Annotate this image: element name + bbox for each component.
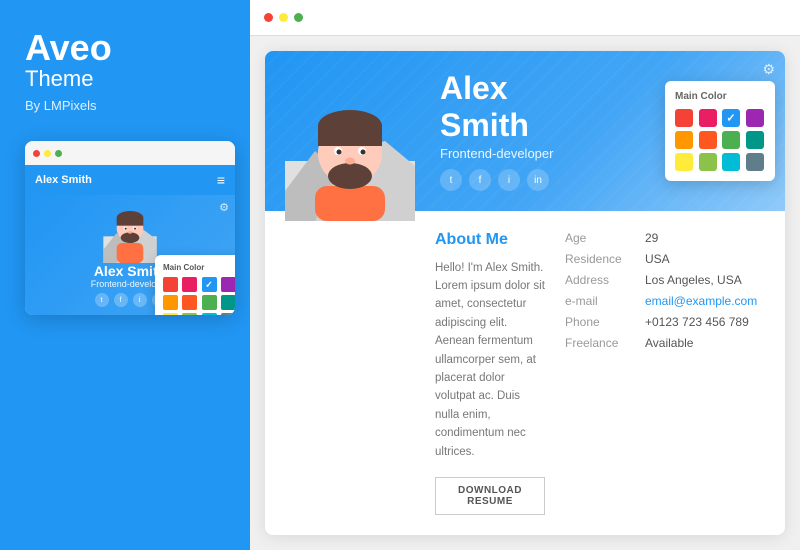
profile-hero-role: Frontend-developer	[440, 146, 605, 161]
info-label-residence: Residence	[565, 252, 635, 266]
about-highlight: Me	[486, 231, 508, 248]
mini-swatch-4[interactable]	[163, 295, 178, 310]
hero-swatch-4[interactable]	[675, 131, 693, 149]
mini-avatar	[100, 203, 160, 263]
mini-twitter-icon[interactable]: t	[95, 293, 109, 307]
hero-facebook-icon[interactable]: f	[469, 169, 491, 191]
hero-swatch-5[interactable]	[699, 131, 717, 149]
right-panel: ⚙	[250, 0, 800, 550]
hero-swatch-10[interactable]	[722, 153, 740, 171]
info-label-email: e-mail	[565, 294, 635, 308]
mini-hamburger-icon[interactable]: ≡	[217, 172, 225, 188]
mini-swatch-3[interactable]	[221, 277, 235, 292]
hero-swatch-11[interactable]	[746, 153, 764, 171]
mini-dot-green	[55, 150, 62, 157]
browser-bar	[250, 0, 800, 36]
info-value-age: 29	[645, 231, 658, 245]
mini-nav: Alex Smith ≡	[25, 165, 235, 195]
profile-hero-name: Alex Smith	[440, 70, 605, 144]
brand-title: Aveo	[25, 30, 112, 66]
hero-linkedin-icon[interactable]: in	[527, 169, 549, 191]
mini-facebook-icon[interactable]: f	[114, 293, 128, 307]
profile-card: ⚙	[265, 51, 785, 535]
mini-swatch-2[interactable]	[202, 277, 217, 292]
about-section: About Me Hello! I'm Alex Smith. Lorem ip…	[435, 231, 545, 515]
mini-swatch-0[interactable]	[163, 277, 178, 292]
left-panel: Aveo Theme By LMPixels Alex Smith ≡ ⚙	[0, 0, 250, 550]
mini-swatch-5[interactable]	[182, 295, 197, 310]
hero-cp-label: Main Color	[675, 91, 765, 102]
mini-topbar	[25, 141, 235, 165]
mini-hero: ⚙	[25, 195, 235, 315]
mini-nav-title: Alex Smith	[35, 174, 92, 186]
mini-instagram-icon[interactable]: i	[133, 293, 147, 307]
profile-avatar	[285, 91, 415, 221]
info-label-age: Age	[565, 231, 635, 245]
brand-by: By LMPixels	[25, 98, 97, 113]
hero-cp-grid	[675, 109, 765, 171]
mini-swatch-11[interactable]	[221, 313, 235, 315]
hero-swatch-9[interactable]	[699, 153, 717, 171]
info-row-age: Age 29	[565, 231, 765, 245]
info-row-freelance: Freelance Available	[565, 336, 765, 350]
hero-twitter-icon[interactable]: t	[440, 169, 462, 191]
info-value-residence: USA	[645, 252, 670, 266]
info-label-address: Address	[565, 273, 635, 287]
info-value-address: Los Angeles, USA	[645, 273, 742, 287]
about-prefix: About	[435, 231, 486, 248]
hero-color-picker: Main Color	[665, 81, 775, 181]
mini-swatch-9[interactable]	[182, 313, 197, 315]
mini-swatch-8[interactable]	[163, 313, 178, 315]
info-row-email: e-mail email@example.com	[565, 294, 765, 308]
mini-color-picker-label: Main Color	[163, 263, 235, 272]
profile-hero-socials: t f i in	[440, 169, 605, 191]
mini-swatch-6[interactable]	[202, 295, 217, 310]
mini-swatch-7[interactable]	[221, 295, 235, 310]
browser-dot-yellow	[279, 13, 288, 22]
mini-dot-yellow	[44, 150, 51, 157]
profile-content: About Me Hello! I'm Alex Smith. Lorem ip…	[265, 211, 785, 535]
info-row-residence: Residence USA	[565, 252, 765, 266]
mini-swatch-1[interactable]	[182, 277, 197, 292]
hero-swatch-1[interactable]	[699, 109, 717, 127]
info-label-freelance: Freelance	[565, 336, 635, 350]
hero-instagram-icon[interactable]: i	[498, 169, 520, 191]
info-table: Age 29 Residence USA Address Los Angeles…	[565, 231, 765, 515]
info-row-phone: Phone +0123 723 456 789	[565, 315, 765, 329]
browser-dot-red	[264, 13, 273, 22]
mini-color-grid	[163, 277, 235, 315]
brand-subtitle: Theme	[25, 66, 93, 92]
hero-gear-icon[interactable]: ⚙	[762, 61, 775, 78]
info-label-phone: Phone	[565, 315, 635, 329]
info-value-freelance: Available	[645, 336, 693, 350]
download-resume-button[interactable]: DOWNLOAD RESUME	[435, 477, 545, 515]
mini-device-mockup: Alex Smith ≡ ⚙	[25, 141, 235, 315]
hero-swatch-8[interactable]	[675, 153, 693, 171]
info-row-address: Address Los Angeles, USA	[565, 273, 765, 287]
hero-swatch-3[interactable]	[746, 109, 764, 127]
about-text: Hello! I'm Alex Smith. Lorem ipsum dolor…	[435, 259, 545, 461]
browser-dot-green	[294, 13, 303, 22]
about-title: About Me	[435, 231, 545, 249]
info-value-phone: +0123 723 456 789	[645, 315, 749, 329]
mini-dot-red	[33, 150, 40, 157]
hero-swatch-2[interactable]	[722, 109, 740, 127]
profile-hero: ⚙	[265, 51, 785, 211]
hero-swatch-0[interactable]	[675, 109, 693, 127]
mini-color-picker: Main Color	[155, 255, 235, 315]
profile-hero-text: Alex Smith Frontend-developer t f i in	[440, 70, 605, 191]
info-value-email[interactable]: email@example.com	[645, 294, 757, 308]
hero-swatch-7[interactable]	[746, 131, 764, 149]
mini-swatch-10[interactable]	[202, 313, 217, 315]
mini-gear-icon[interactable]: ⚙	[219, 201, 229, 214]
hero-swatch-6[interactable]	[722, 131, 740, 149]
